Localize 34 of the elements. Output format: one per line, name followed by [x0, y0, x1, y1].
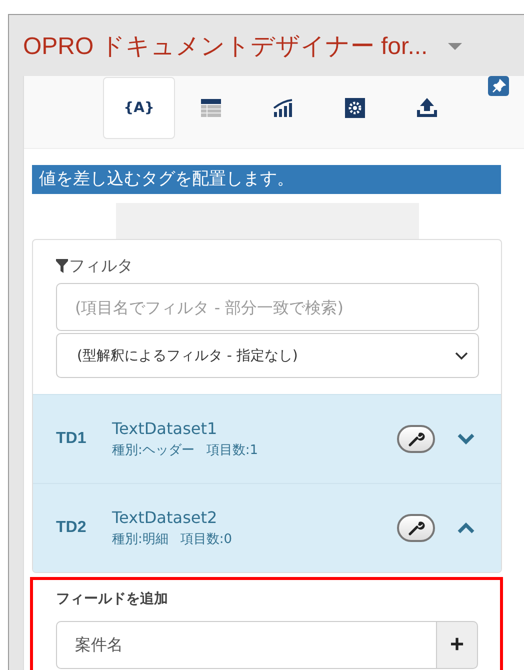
type-filter-select[interactable]: (型解釈によるフィルタ - 指定なし) [56, 333, 479, 378]
add-button[interactable]: + [437, 621, 478, 669]
dataset-code: TD2 [56, 519, 88, 537]
wrench-button[interactable] [397, 425, 435, 453]
chevron-up-icon[interactable] [457, 522, 475, 534]
dataset-info: 項目数:0 [180, 531, 232, 548]
dataset-name: TextDataset1 [112, 419, 218, 438]
toolbar-tab[interactable]: {A} [103, 77, 175, 139]
caret-icon[interactable] [448, 42, 462, 50]
dataset-info: 種別:明細 [112, 531, 168, 548]
dataset-info: 項目数:1 [206, 442, 258, 459]
dataset-info: 種別:ヘッダー [112, 442, 194, 459]
panel-title: OPRO ドキュメントデザイナー for... [23, 32, 428, 62]
dataset-name: TextDataset2 [112, 508, 218, 527]
upload-icon [415, 96, 439, 120]
dataset-row[interactable]: TD1 TextDataset1 種別:ヘッダー 項目数:1 [33, 394, 501, 483]
settings-icon [343, 96, 367, 120]
info-banner: 値を差し込むタグを配置します。 [32, 165, 501, 194]
table-icon [199, 96, 223, 120]
wrench-icon [407, 430, 425, 448]
pin-button[interactable] [488, 76, 509, 96]
chevron-down-icon[interactable] [457, 433, 475, 445]
dataset-code: TD1 [56, 430, 88, 448]
bar-chart-icon [271, 96, 295, 120]
dataset-row[interactable]: TD2 TextDataset2 種別:明細 項目数:0 [33, 483, 501, 572]
field-name-input[interactable]: 案件名 [56, 621, 437, 669]
add-field-label: フィールドを追加 [56, 590, 169, 609]
filter-icon [56, 259, 68, 273]
tag-icon: {A} [124, 100, 154, 116]
filter-field[interactable]: (項目名でフィルタ - 部分一致で検索) [56, 283, 479, 331]
filter-label: フィルタ [69, 256, 133, 276]
chevron-down-icon [455, 352, 468, 360]
wrench-icon [407, 519, 425, 537]
wrench-button[interactable] [397, 514, 435, 542]
